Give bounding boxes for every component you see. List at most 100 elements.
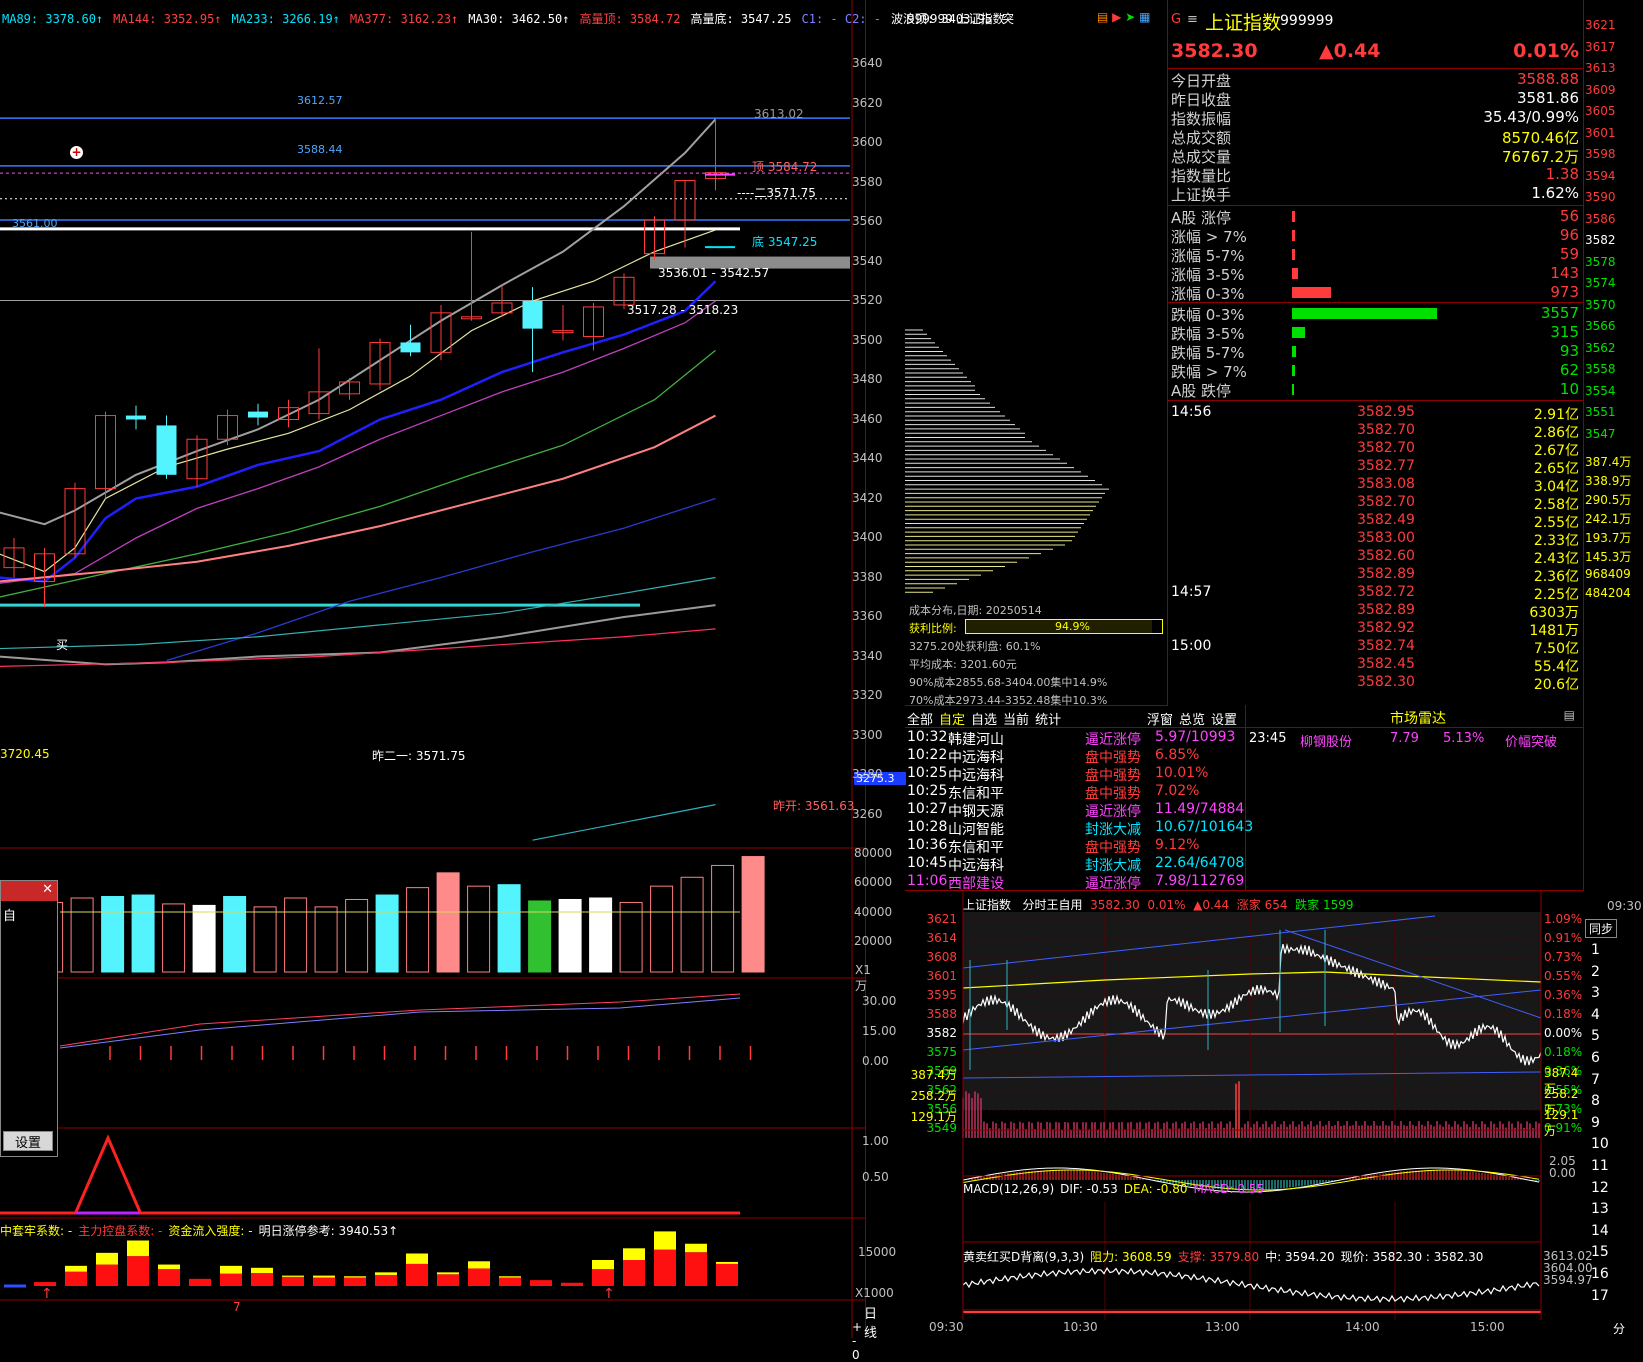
far-right-number[interactable]: 16 [1591, 1266, 1609, 1282]
alert-value: 10.01% [1155, 765, 1209, 781]
tick-row[interactable]: 3582.70 2.67亿 [1167, 440, 1583, 459]
far-right-price-tick: 3574 [1585, 276, 1616, 290]
price-tick: 3500 [852, 332, 883, 347]
alert-row[interactable]: 10:27 中钢天源 逼近涨停 11.49/74884 [905, 801, 1245, 820]
quote-panel[interactable]: G ≡ 上证指数 999999 3582.30 ▲0.44 0.01% 今日开盘… [1167, 0, 1584, 705]
radar-panel[interactable]: 市场雷达 ▤ 23:45 柳钢股份 7.79 5.13% 价幅突破 [1245, 705, 1584, 891]
sync-tab[interactable]: 同步 [1585, 919, 1617, 938]
ind4-red-bar [623, 1260, 645, 1286]
alerts-tab[interactable]: 自定 [939, 713, 965, 728]
tick-row[interactable]: 3582.49 2.55亿 [1167, 512, 1583, 531]
alert-row[interactable]: 11:06 西部建设 逼近涨停 7.98/112769 [905, 873, 1245, 892]
zoom-reset-button[interactable]: 0 [852, 1348, 860, 1362]
tick-list[interactable]: 14:56 3582.95 2.91亿 3582.70 2.86亿 3582.70 2.67… [1167, 404, 1583, 704]
tick-row[interactable]: 3582.70 2.86亿 [1167, 422, 1583, 441]
alerts-right-tab[interactable]: 设置 [1211, 713, 1237, 728]
tick-row[interactable]: 3583.08 3.04亿 [1167, 476, 1583, 495]
far-right-number[interactable]: 10 [1591, 1136, 1609, 1152]
alerts-tabs[interactable]: 全部 自定 自选 当前 统计 [907, 709, 1067, 728]
breadth-value: 143 [1550, 264, 1579, 282]
alerts-right-tab[interactable]: 浮窗 [1147, 713, 1173, 728]
quote-stat-label: 总成交额 [1171, 129, 1232, 147]
chip-panel[interactable]: 999999 上证指数 ▤ ▶ ➤ ▦ 成本分布,日期: 20250514 获利… [905, 0, 1168, 707]
alert-row[interactable]: 10:45 中远海科 封涨大减 22.64/64708 [905, 855, 1245, 874]
tick-row[interactable]: 14:57 3582.72 2.25亿 [1167, 584, 1583, 603]
tick-row[interactable]: 15:00 3582.74 7.50亿 [1167, 638, 1583, 657]
alert-row[interactable]: 10:36 东信和平 盘中强势 9.12% [905, 837, 1245, 856]
far-right-number[interactable]: 6 [1591, 1050, 1600, 1066]
alerts-tab[interactable]: 统计 [1035, 713, 1061, 728]
breadth-value: 973 [1550, 283, 1579, 301]
tick-row[interactable]: 3583.00 2.33亿 [1167, 530, 1583, 549]
tick-row[interactable]: 3582.30 20.6亿 [1167, 674, 1583, 693]
alert-row[interactable]: 10:25 中远海科 盘中强势 10.01% [905, 765, 1245, 784]
far-right-number[interactable]: 13 [1591, 1201, 1609, 1217]
tick-row[interactable]: 3582.70 2.58亿 [1167, 494, 1583, 513]
far-right-number[interactable]: 9 [1591, 1115, 1600, 1131]
alerts-tab[interactable]: 全部 [907, 713, 933, 728]
alert-row[interactable]: 10:32 韩建河山 逼近涨停 5.97/10993 [905, 729, 1245, 748]
radar-stock[interactable]: 柳钢股份 [1300, 731, 1352, 750]
settings-button[interactable]: 设置 [3, 1131, 53, 1151]
tick-price: 3582.70 [1357, 422, 1415, 438]
ma377-line [0, 628, 716, 667]
far-right-number[interactable]: 4 [1591, 1007, 1600, 1023]
menu-icon[interactable]: ≡ [1187, 12, 1198, 27]
tick-row[interactable]: 3582.77 2.65亿 [1167, 458, 1583, 477]
far-right-number[interactable]: 3 [1591, 985, 1600, 1001]
tick-amount: 2.43亿 [1533, 551, 1579, 567]
alerts-panel[interactable]: 全部 自定 自选 当前 统计 浮窗 总览 设置 10:32 韩建河山 逼近涨停 5.97/1099… [905, 705, 1253, 892]
period-label[interactable]: 日线 [864, 1303, 877, 1341]
tick-row[interactable]: 14:56 3582.95 2.91亿 [1167, 404, 1583, 423]
intraday-left-tick: 3588 [926, 1007, 957, 1021]
far-right-number[interactable]: 11 [1591, 1158, 1609, 1174]
popup-item[interactable]: 自 [1, 901, 57, 928]
price-tick: 3480 [852, 372, 883, 386]
far-right-panel[interactable]: 3621 3617 3613 3609 3605 3601 3598 3594 3590 3586… [1583, 0, 1643, 1338]
quote-stat-label: 指数振幅 [1171, 110, 1232, 128]
tick-row[interactable]: 3582.60 2.43亿 [1167, 548, 1583, 567]
far-right-number[interactable]: 5 [1591, 1028, 1600, 1044]
alert-stock: 中远海科 [948, 768, 1004, 784]
tick-row[interactable]: 3582.89 2.36亿 [1167, 566, 1583, 585]
close-icon[interactable]: ✕ [42, 882, 53, 897]
tick-row[interactable]: 3582.45 55.4亿 [1167, 656, 1583, 675]
kline-panel[interactable]: MA89: 3378.60↑ MA144: 3352.95↑ MA233: 3266… [0, 0, 1014, 1362]
radar-menu-icon[interactable]: ▤ [1564, 708, 1575, 722]
volume-tick: 60000 [854, 875, 893, 890]
ind4-yellow-bar [65, 1265, 87, 1272]
far-right-number[interactable]: 17 [1591, 1288, 1609, 1304]
zoom-controls[interactable]: + - 0 [852, 1320, 866, 1362]
tick-row[interactable]: 3582.89 6303万 [1167, 602, 1583, 621]
group-icon[interactable]: G [1171, 12, 1181, 27]
price-tick: 3440 [852, 451, 883, 465]
far-right-number[interactable]: 12 [1591, 1180, 1609, 1196]
far-right-bottom[interactable]: 分 [1613, 1320, 1625, 1337]
alert-row[interactable]: 10:25 东信和平 盘中强势 7.02% [905, 783, 1245, 802]
alerts-tab[interactable]: 自选 [971, 713, 997, 728]
divergence-legend-item: 阻力: 3608.59 [1090, 1250, 1172, 1264]
left-popup[interactable]: ✕ 自 设置 [0, 880, 58, 1157]
macd-legend-item: MACD: 0.55 [1193, 1182, 1265, 1196]
far-right-number[interactable]: 7 [1591, 1072, 1600, 1088]
indicator4-axis: 15000 [852, 1245, 898, 1285]
alert-row[interactable]: 10:22 中远海科 盘中强势 6.85% [905, 747, 1245, 766]
far-right-number[interactable]: 2 [1591, 964, 1600, 980]
far-right-number[interactable]: 14 [1591, 1223, 1609, 1239]
tick-row[interactable]: 3582.92 1481万 [1167, 620, 1583, 639]
far-right-number[interactable]: 1 [1591, 942, 1600, 958]
ind4-yellow-bar [127, 1240, 149, 1257]
intraday-panel[interactable]: 上证指数 分时王自用 3582.30 0.01% ▲0.44 涨家 654 跌家… [905, 890, 1593, 1338]
zoom-in-button[interactable]: + [852, 1320, 862, 1334]
quote-header: G ≡ 上证指数 999999 [1167, 8, 1583, 34]
alert-stock: 山河智能 [948, 822, 1004, 838]
zoom-out-button[interactable]: - [852, 1334, 856, 1348]
alerts-right-tabs[interactable]: 浮窗 总览 设置 [1141, 709, 1237, 728]
ind4-red-bar [375, 1274, 397, 1286]
far-right-number[interactable]: 15 [1591, 1244, 1609, 1260]
alerts-right-tab[interactable]: 总览 [1179, 713, 1205, 728]
far-right-number[interactable]: 8 [1591, 1093, 1600, 1109]
alert-row[interactable]: 10:28 山河智能 封涨大减 10.67/101643 [905, 819, 1253, 838]
alerts-tab[interactable]: 当前 [1003, 713, 1029, 728]
add-icon[interactable]: + [70, 146, 83, 159]
